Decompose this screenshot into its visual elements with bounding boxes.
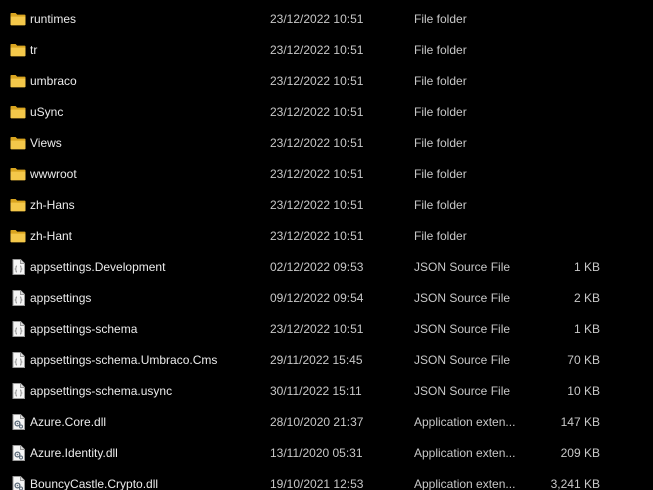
file-name: runtimes <box>30 12 77 26</box>
date-modified: 29/11/2022 15:45 <box>270 353 363 367</box>
date-modified: 23/12/2022 10:51 <box>270 136 364 150</box>
file-row[interactable]: uSync 23/12/2022 10:51 File folder <box>0 97 653 128</box>
file-name: wwwroot <box>30 167 77 181</box>
file-row[interactable]: umbraco 23/12/2022 10:51 File folder <box>0 66 653 97</box>
file-size: 70 KB <box>567 353 600 367</box>
file-type: File folder <box>414 12 467 26</box>
file-row[interactable]: wwwroot 23/12/2022 10:51 File folder <box>0 159 653 190</box>
dll-file-icon <box>10 445 26 461</box>
date-modified: 23/12/2022 10:51 <box>270 229 364 243</box>
folder-icon <box>10 104 26 120</box>
file-list: runtimes 23/12/2022 10:51 File folder tr 23/… <box>0 4 653 490</box>
file-type: File folder <box>414 229 467 243</box>
file-name: zh-Hant <box>30 229 73 243</box>
date-modified: 13/11/2020 05:31 <box>270 446 363 460</box>
file-row[interactable]: appsettings-schema 23/12/2022 10:51 JSON S… <box>0 314 653 345</box>
file-size: 209 KB <box>560 446 600 460</box>
file-type: File folder <box>414 74 467 88</box>
folder-icon <box>10 197 26 213</box>
file-type: JSON Source File <box>414 291 511 305</box>
dll-file-icon <box>10 476 26 490</box>
folder-icon <box>10 11 26 27</box>
date-modified: 28/10/2020 21:37 <box>270 415 364 429</box>
file-name: appsettings.Development <box>30 260 166 274</box>
file-type: JSON Source File <box>414 384 511 398</box>
file-name: Views <box>30 136 62 150</box>
file-name: appsettings-schema.usync <box>30 384 173 398</box>
date-modified: 23/12/2022 10:51 <box>270 74 364 88</box>
date-modified: 23/12/2022 10:51 <box>270 43 364 57</box>
file-type: Application exten... <box>414 415 516 429</box>
file-row[interactable]: Azure.Identity.dll 13/11/2020 05:31 Applic… <box>0 438 653 469</box>
file-name: BouncyCastle.Crypto.dll <box>30 477 159 490</box>
file-size: 3,241 KB <box>550 477 600 490</box>
dll-file-icon <box>10 414 26 430</box>
json-file-icon <box>10 321 26 337</box>
folder-icon <box>10 135 26 151</box>
file-type: File folder <box>414 136 467 150</box>
file-size: 2 KB <box>573 291 600 305</box>
file-name: appsettings <box>30 291 92 305</box>
file-row[interactable]: runtimes 23/12/2022 10:51 File folder <box>0 4 653 35</box>
date-modified: 23/12/2022 10:51 <box>270 322 364 336</box>
file-type: JSON Source File <box>414 322 511 336</box>
file-type: Application exten... <box>414 477 516 490</box>
file-row[interactable]: appsettings 09/12/2022 09:54 JSON Source F… <box>0 283 653 314</box>
folder-icon <box>10 166 26 182</box>
date-modified: 23/12/2022 10:51 <box>270 105 364 119</box>
file-name: tr <box>30 43 38 57</box>
file-name: appsettings-schema.Umbraco.Cms <box>30 353 218 367</box>
date-modified: 19/10/2021 12:53 <box>270 477 364 490</box>
date-modified: 23/12/2022 10:51 <box>270 167 364 181</box>
file-name: zh-Hans <box>30 198 75 212</box>
file-row[interactable]: appsettings.Development 02/12/2022 09:53 J… <box>0 252 653 283</box>
file-type: File folder <box>414 43 467 57</box>
file-row[interactable]: Azure.Core.dll 28/10/2020 21:37 Applicatio… <box>0 407 653 438</box>
file-row[interactable]: BouncyCastle.Crypto.dll 19/10/2021 12:53 A… <box>0 469 653 490</box>
folder-icon <box>10 228 26 244</box>
json-file-icon <box>10 259 26 275</box>
file-row[interactable]: zh-Hans 23/12/2022 10:51 File folder <box>0 190 653 221</box>
folder-icon <box>10 73 26 89</box>
date-modified: 30/11/2022 15:11 <box>270 384 362 398</box>
file-row[interactable]: tr 23/12/2022 10:51 File folder <box>0 35 653 66</box>
file-name: appsettings-schema <box>30 322 138 336</box>
file-size: 10 KB <box>567 384 600 398</box>
file-name: uSync <box>30 105 64 119</box>
file-type: File folder <box>414 167 467 181</box>
file-name: Azure.Core.dll <box>30 415 107 429</box>
file-row[interactable]: appsettings-schema.usync 30/11/2022 15:11… <box>0 376 653 407</box>
file-row[interactable]: appsettings-schema.Umbraco.Cms 29/11/2022… <box>0 345 653 376</box>
file-size: 1 KB <box>573 260 600 274</box>
file-type: JSON Source File <box>414 260 511 274</box>
json-file-icon <box>10 352 26 368</box>
date-modified: 02/12/2022 09:53 <box>270 260 364 274</box>
json-file-icon <box>10 290 26 306</box>
json-file-icon <box>10 383 26 399</box>
file-type: JSON Source File <box>414 353 511 367</box>
file-type: File folder <box>414 198 467 212</box>
file-type: File folder <box>414 105 467 119</box>
date-modified: 09/12/2022 09:54 <box>270 291 364 305</box>
file-row[interactable]: zh-Hant 23/12/2022 10:51 File folder <box>0 221 653 252</box>
file-size: 147 KB <box>560 415 600 429</box>
file-type: Application exten... <box>414 446 516 460</box>
file-size: 1 KB <box>573 322 600 336</box>
date-modified: 23/12/2022 10:51 <box>270 198 364 212</box>
folder-icon <box>10 42 26 58</box>
date-modified: 23/12/2022 10:51 <box>270 12 364 26</box>
file-name: umbraco <box>30 74 77 88</box>
file-name: Azure.Identity.dll <box>30 446 118 460</box>
file-row[interactable]: Views 23/12/2022 10:51 File folder <box>0 128 653 159</box>
